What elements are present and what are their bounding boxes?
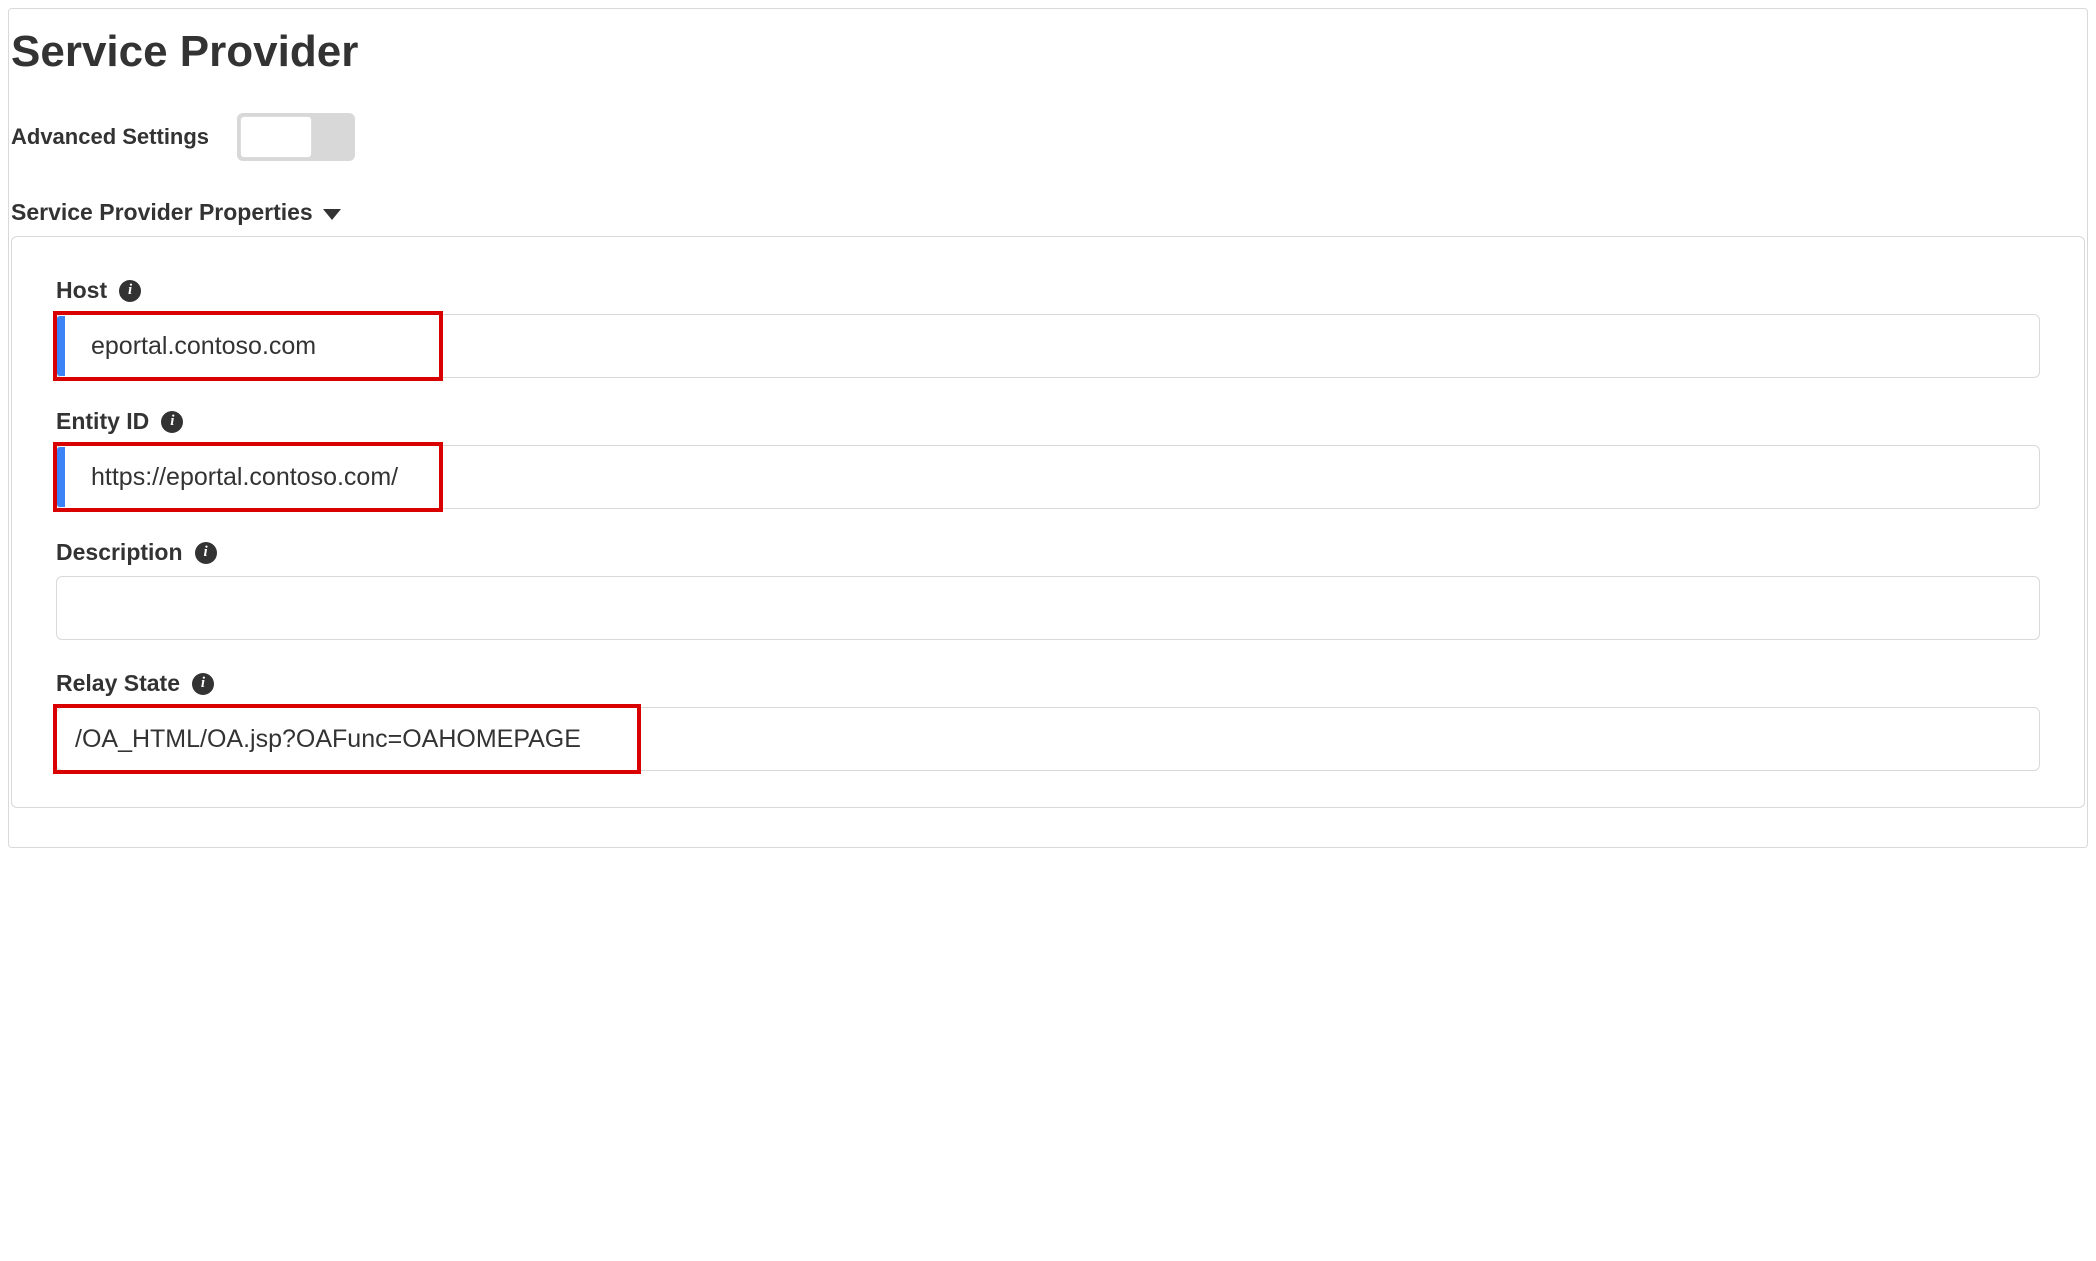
host-input[interactable] <box>56 314 2040 378</box>
info-icon[interactable]: i <box>192 673 214 695</box>
section-header[interactable]: Service Provider Properties <box>9 199 2087 236</box>
service-provider-page: Service Provider Advanced Settings Servi… <box>8 8 2088 848</box>
description-input[interactable] <box>56 576 2040 640</box>
info-icon[interactable]: i <box>119 280 141 302</box>
info-icon[interactable]: i <box>161 411 183 433</box>
entity-id-input[interactable] <box>56 445 2040 509</box>
field-entity-id: Entity ID i <box>56 408 2040 509</box>
field-relay-state: Relay State i <box>56 670 2040 771</box>
caret-down-icon <box>323 209 341 220</box>
relay-state-label: Relay State <box>56 670 180 697</box>
advanced-settings-label: Advanced Settings <box>11 124 209 150</box>
properties-panel: Host i Entity ID i Description <box>11 236 2085 808</box>
advanced-settings-row: Advanced Settings <box>9 113 2087 199</box>
toggle-knob <box>240 116 312 158</box>
entity-id-label: Entity ID <box>56 408 149 435</box>
host-label: Host <box>56 277 107 304</box>
page-title: Service Provider <box>9 27 2087 113</box>
field-host: Host i <box>56 277 2040 378</box>
relay-state-input[interactable] <box>56 707 2040 771</box>
advanced-settings-toggle[interactable] <box>237 113 355 161</box>
field-description: Description i <box>56 539 2040 640</box>
info-icon[interactable]: i <box>195 542 217 564</box>
section-title: Service Provider Properties <box>11 199 313 226</box>
description-label: Description <box>56 539 183 566</box>
